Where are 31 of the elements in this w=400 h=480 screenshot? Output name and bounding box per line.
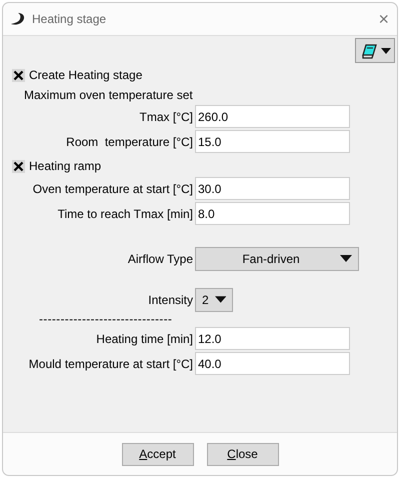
input-field[interactable]: 12.0: [195, 327, 350, 350]
input-field[interactable]: 30.0: [195, 177, 350, 200]
checkbox-label: Heating ramp: [29, 159, 102, 173]
input-field[interactable]: 8.0: [195, 202, 350, 225]
caret-icon: [340, 255, 352, 262]
field-label: Intensity: [147, 292, 194, 306]
field-label: Mould temperature at start [°C]: [28, 356, 194, 370]
dialog-button[interactable]: Close: [206, 442, 278, 466]
field-label: Tmax [°C]: [138, 110, 194, 124]
caret-icon: [214, 296, 226, 303]
input-field[interactable]: 15.0: [195, 130, 350, 153]
input-field[interactable]: 260.0: [195, 105, 350, 128]
checkbox-label: Create Heating stage: [29, 68, 142, 82]
field-label: Heating time [min]: [95, 332, 194, 346]
input-field[interactable]: 40.0: [195, 352, 350, 375]
checkbox[interactable]: [12, 68, 25, 82]
notebook-menu-button[interactable]: [355, 38, 395, 63]
notebook-icon: [360, 42, 378, 60]
field-label: Airflow Type: [126, 252, 194, 266]
close-icon[interactable]: ×: [378, 10, 389, 28]
field-label: Time to reach Tmax [min]: [56, 206, 194, 220]
dialog-button[interactable]: Accept: [122, 442, 194, 466]
caret-icon: [380, 48, 390, 54]
dropdown[interactable]: Fan-driven: [195, 246, 359, 270]
separator-dashes: -------------------------------: [39, 313, 172, 325]
dropdown[interactable]: 2: [195, 288, 233, 312]
checkbox[interactable]: [12, 160, 25, 172]
section-heading: Maximum oven temperature set: [24, 88, 193, 102]
window-title: Heating stage: [32, 12, 108, 26]
field-label: Room temperature [°C]: [65, 134, 194, 148]
field-label: Oven temperature at start [°C]: [32, 182, 194, 196]
